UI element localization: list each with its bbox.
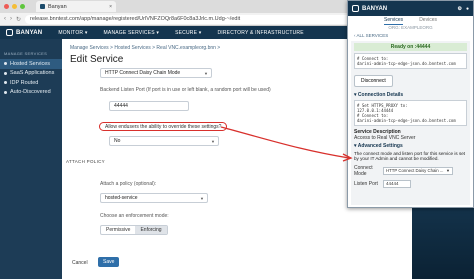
listen-port-row: Listen Port 44444 bbox=[354, 179, 467, 188]
save-button[interactable]: Save bbox=[98, 257, 120, 267]
connect-mode-select[interactable]: HTTP Connect Daisy Chain Mode ▼ bbox=[100, 68, 212, 78]
sidebar-item-label: SaaS Applications bbox=[10, 70, 55, 77]
advanced-settings-toggle[interactable]: ▾ Advanced Settings bbox=[354, 143, 467, 149]
override-settings-question: Allow endusers the ability to override t… bbox=[99, 122, 228, 131]
banyan-logo-icon bbox=[352, 5, 359, 12]
banyan-logo[interactable]: BANYAN bbox=[6, 29, 42, 36]
override-question-text: Allow endusers the ability to override t… bbox=[105, 123, 222, 130]
user-icon[interactable]: ● bbox=[466, 6, 469, 12]
listen-port-input[interactable]: 44444 bbox=[109, 101, 189, 111]
policy-value: hosted-service bbox=[105, 195, 138, 201]
popup-listen-port-value: 44444 bbox=[386, 181, 399, 187]
sidebar-section-title: MANAGE SERVICES bbox=[4, 51, 48, 56]
forward-icon[interactable]: › bbox=[10, 16, 12, 22]
service-detail-panel: Ready on :44444 # Connect to: darini-adm… bbox=[351, 41, 470, 205]
close-window-icon[interactable] bbox=[4, 4, 9, 9]
popup-connect-mode-value: HTTP Connect Daisy Chain ... bbox=[386, 168, 444, 174]
saas-applications-icon bbox=[4, 71, 7, 75]
hosted-services-icon bbox=[4, 62, 7, 66]
popup-header: BANYAN ⚙ ● bbox=[348, 1, 473, 16]
idp-routed-icon bbox=[4, 81, 7, 85]
popup-connect-mode-label: Connect Mode bbox=[354, 164, 373, 177]
connect-mode-row: Connect Mode HTTP Connect Daisy Chain ..… bbox=[354, 165, 467, 177]
chevron-down-icon: ▼ bbox=[211, 138, 215, 144]
attach-policy-section-title: ATTACH POLICY bbox=[66, 159, 105, 164]
tab-title: Banyan bbox=[48, 3, 67, 10]
popup-tabs: Services Devices bbox=[348, 16, 473, 25]
settings-icon[interactable]: ⚙ bbox=[457, 6, 461, 12]
override-settings-select[interactable]: No ▼ bbox=[109, 136, 219, 146]
attach-policy-label: Attach a policy (optional): bbox=[100, 181, 157, 187]
service-description: Access to Real VNC Server bbox=[354, 135, 416, 141]
cancel-button[interactable]: Cancel bbox=[72, 258, 88, 267]
nav-monitor[interactable]: MONITOR ▾ bbox=[58, 30, 87, 36]
auto-discovered-icon bbox=[4, 90, 7, 94]
popup-connect-mode-select[interactable]: HTTP Connect Daisy Chain ... ▼ bbox=[383, 166, 453, 175]
tab-services[interactable]: Services bbox=[384, 17, 404, 25]
maximize-window-icon[interactable] bbox=[20, 4, 25, 9]
sidebar-item-label: Hosted Services bbox=[10, 60, 51, 67]
listen-port-value: 44444 bbox=[114, 103, 128, 109]
listen-port-label: Backend Listen Port (If port is in use o… bbox=[100, 87, 271, 93]
nav-manage-services[interactable]: MANAGE SERVICES ▾ bbox=[104, 30, 160, 36]
chevron-down-icon: ▼ bbox=[204, 70, 208, 76]
enforcement-mode-label: Choose an enforcement mode: bbox=[100, 213, 169, 219]
browser-tab[interactable]: Banyan × bbox=[36, 1, 116, 12]
minimize-window-icon[interactable] bbox=[12, 4, 17, 9]
popup-listen-port-label: Listen Port bbox=[354, 180, 378, 187]
desktop-background bbox=[412, 208, 474, 279]
sidebar-item-label: Auto-Discovered bbox=[10, 89, 51, 96]
sidebar: MANAGE SERVICES Hosted Services SaaS App… bbox=[0, 39, 62, 279]
connect-mode-value: HTTP Connect Daisy Chain Mode bbox=[105, 70, 181, 76]
org-label: ORG: EXAMPLEORG bbox=[388, 25, 433, 30]
back-icon[interactable]: ‹ bbox=[4, 16, 6, 22]
tab-devices[interactable]: Devices bbox=[419, 17, 437, 24]
popup-listen-port-input[interactable]: 44444 bbox=[383, 179, 411, 188]
connect-command-block[interactable]: # Connect to: darini-admin-tcp-edge-json… bbox=[354, 53, 467, 69]
banyan-favicon-icon bbox=[40, 4, 45, 9]
connection-details-block[interactable]: # Set HTTPS_PROXY to: 127.0.0.1:44444 # … bbox=[354, 100, 467, 126]
override-value: No bbox=[114, 138, 121, 144]
advanced-settings-note: The connect mode and listen port for thi… bbox=[354, 151, 466, 162]
policy-select[interactable]: hosted-service ▼ bbox=[100, 193, 208, 203]
all-services-link[interactable]: ‹ ALL SERVICES bbox=[348, 33, 473, 38]
enforcement-mode-toggle: Permissive Enforcing bbox=[100, 225, 168, 235]
connection-details-toggle[interactable]: ▾ Connection Details bbox=[354, 92, 467, 98]
popup-header-icons: ⚙ ● bbox=[457, 6, 469, 12]
connection-details-label: Connection Details bbox=[357, 92, 404, 98]
banyan-extension-popup: BANYAN ⚙ ● Services Devices ORG: EXAMPLE… bbox=[347, 0, 474, 208]
disconnect-button[interactable]: Disconnect bbox=[354, 75, 393, 87]
reload-icon[interactable]: ↻ bbox=[16, 16, 21, 23]
sidebar-item-auto-discovered[interactable]: Auto-Discovered bbox=[0, 88, 62, 98]
banyan-logo-icon bbox=[6, 29, 13, 36]
nav-secure[interactable]: SECURE ▾ bbox=[175, 30, 201, 36]
chevron-down-icon: ▼ bbox=[200, 195, 204, 201]
brand-name: BANYAN bbox=[16, 29, 43, 36]
advanced-settings-label: Advanced Settings bbox=[357, 143, 403, 149]
enforcement-enforcing-option[interactable]: Enforcing bbox=[135, 226, 167, 234]
status-badge: Ready on :44444 bbox=[354, 43, 467, 51]
sidebar-item-hosted-services[interactable]: Hosted Services bbox=[0, 59, 62, 69]
enforcement-permissive-option[interactable]: Permissive bbox=[101, 226, 135, 234]
sidebar-item-idp-routed[interactable]: IDP Routed bbox=[0, 78, 62, 88]
sidebar-item-saas-applications[interactable]: SaaS Applications bbox=[0, 69, 62, 79]
chevron-down-icon: ▼ bbox=[446, 168, 450, 174]
sidebar-item-label: IDP Routed bbox=[10, 79, 39, 86]
tab-close-icon[interactable]: × bbox=[109, 4, 112, 10]
popup-brand: BANYAN bbox=[362, 5, 388, 12]
nav-directory[interactable]: DIRECTORY & INFRASTRUCTURE bbox=[217, 30, 303, 36]
